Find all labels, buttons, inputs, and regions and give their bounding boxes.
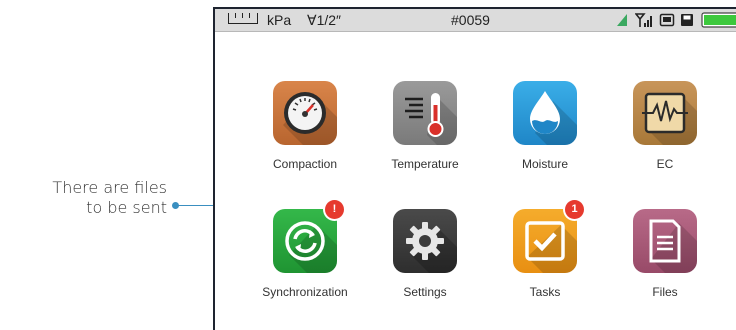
sync-alert-badge: !: [325, 200, 344, 219]
app-label: Synchronization: [262, 285, 348, 299]
callout-text: There are files to be sent: [0, 178, 167, 218]
app-tile-ec[interactable]: EC: [615, 81, 715, 171]
thermometer-icon: [393, 81, 457, 145]
device-screen: kPa ∀1/2″ #0059 Compaction Temperature M…: [213, 7, 736, 330]
callout-line-1: There are files: [52, 178, 167, 197]
app-tile-settings[interactable]: Settings: [375, 209, 475, 299]
app-label: Temperature: [391, 157, 459, 171]
app-label: Tasks: [529, 285, 561, 299]
storage-icon: [681, 14, 693, 26]
app-grid: Compaction Temperature Moisture EC ! Syn…: [215, 32, 736, 330]
signal-icon: [635, 13, 652, 27]
battery-icon: [701, 12, 736, 28]
app-tile-files[interactable]: Files: [615, 209, 715, 299]
depth-label: ∀1/2″: [307, 12, 341, 28]
app-tile-synchronization[interactable]: ! Synchronization: [255, 200, 355, 299]
unit-label: kPa: [267, 12, 292, 28]
waveform-icon: [633, 81, 697, 145]
app-tile-moisture[interactable]: Moisture: [495, 81, 595, 171]
gps-icon: [617, 14, 627, 26]
callout-leader-dot: [172, 202, 179, 209]
tasks-count-badge: 1: [565, 200, 584, 219]
callout-line-2: to be sent: [86, 198, 167, 217]
app-label: Compaction: [272, 157, 338, 171]
app-label: Files: [652, 285, 678, 299]
status-bar: kPa ∀1/2″ #0059: [215, 9, 736, 32]
app-label: Moisture: [521, 157, 568, 171]
app-tile-compaction[interactable]: Compaction: [255, 81, 355, 171]
sync-icon: [273, 209, 337, 273]
app-tile-temperature[interactable]: Temperature: [375, 81, 475, 171]
app-label: Settings: [403, 285, 447, 299]
document-icon: [633, 209, 697, 273]
checkbox-icon: [513, 209, 577, 273]
water-drop-icon: [513, 81, 577, 145]
ruler-icon: [228, 13, 258, 24]
sd-card-icon: [659, 13, 675, 27]
gear-icon: [393, 209, 457, 273]
app-tile-tasks[interactable]: 1 Tasks: [495, 200, 595, 299]
device-id: #0059: [451, 12, 490, 28]
gauge-icon: [273, 81, 337, 145]
app-label: EC: [656, 157, 674, 171]
